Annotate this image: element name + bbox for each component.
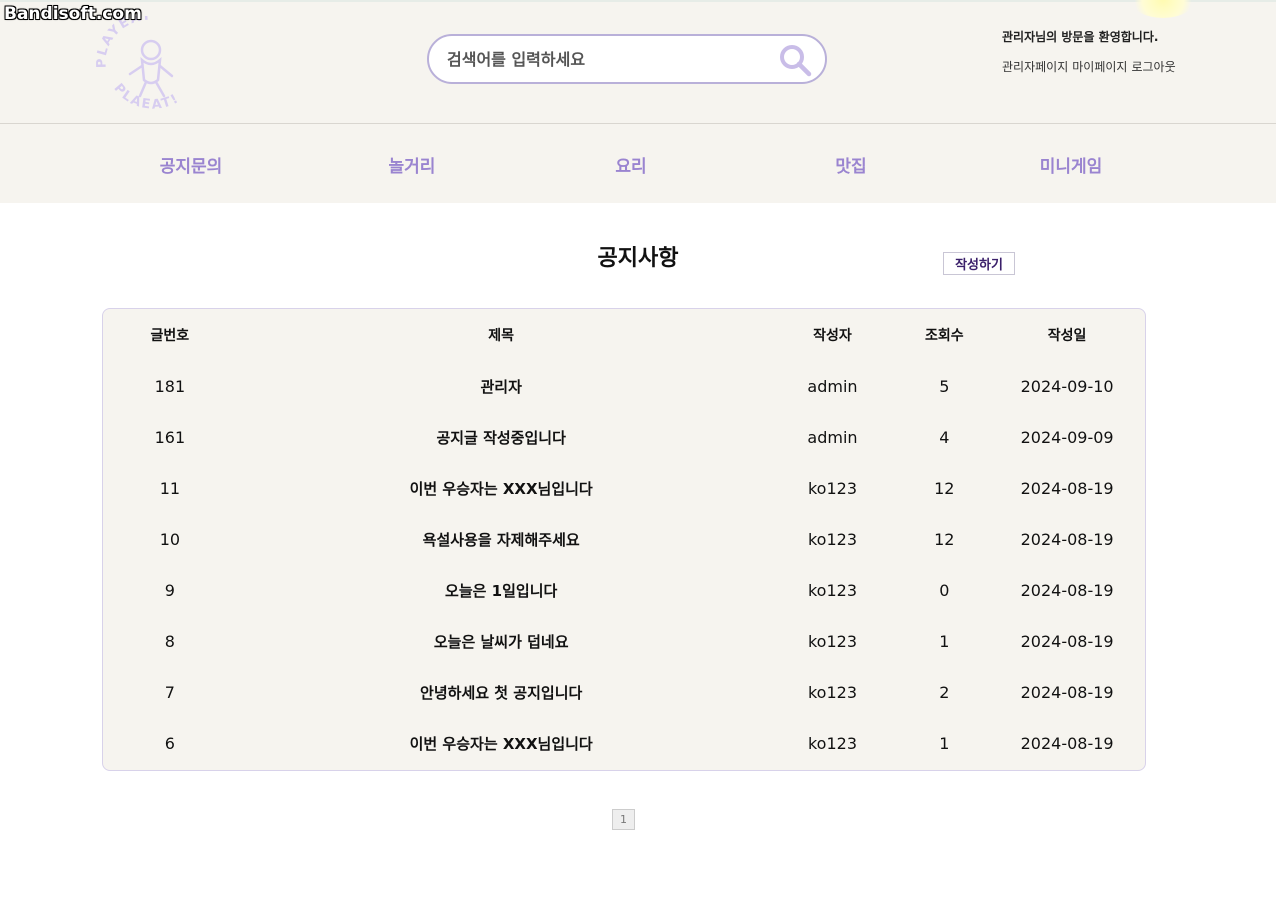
logo-text-bottom: PLAEAT! (111, 81, 181, 113)
decorative-sun (1130, 0, 1196, 18)
search-input[interactable] (447, 46, 767, 72)
table-row[interactable]: 10 욕설사용을 자제해주세요 ko123 12 2024-08-19 (103, 514, 1145, 565)
column-header-title: 제목 (488, 328, 515, 344)
nav-item-minigame[interactable]: 미니게임 (1011, 152, 1131, 177)
post-number: 8 (164, 632, 175, 651)
post-views: 1 (939, 734, 950, 753)
post-number: 11 (159, 479, 181, 498)
column-header-views: 조회수 (924, 328, 964, 344)
search-button[interactable] (777, 42, 813, 78)
user-links: 관리자페이지 마이페이지 로그아웃 (1002, 58, 1180, 75)
post-number: 10 (159, 530, 181, 549)
post-date: 2024-08-19 (1020, 734, 1114, 753)
logout-link[interactable]: 로그아웃 (1131, 60, 1175, 74)
post-title[interactable]: 공지글 작성중입니다 (237, 412, 766, 463)
site-logo[interactable]: PLAYEAT PLAEAT! (95, 8, 206, 120)
notice-table: 글번호 제목 작성자 조회수 작성일 181 관리자 admin 5 2024-… (103, 309, 1145, 769)
post-date: 2024-08-19 (1020, 683, 1114, 702)
post-views: 2 (939, 683, 950, 702)
post-date: 2024-08-19 (1020, 581, 1114, 600)
main-nav: 공지문의 놀거리 요리 맛집 미니게임 (0, 124, 1276, 203)
nav-item-notice-inquiry[interactable]: 공지문의 (131, 152, 251, 177)
nav-item-restaurants[interactable]: 맛집 (791, 152, 911, 177)
post-number: 6 (164, 734, 175, 753)
post-date: 2024-08-19 (1020, 632, 1114, 651)
post-views: 1 (939, 632, 950, 651)
logo-mascot-icon: PLAYEAT PLAEAT! (95, 8, 183, 113)
post-views: 0 (939, 581, 950, 600)
post-title[interactable]: 오늘은 날씨가 덥네요 (237, 616, 766, 667)
page-button-1[interactable]: 1 (612, 809, 635, 830)
post-author: ko123 (807, 683, 857, 702)
table-row[interactable]: 161 공지글 작성중입니다 admin 4 2024-09-09 (103, 412, 1145, 463)
table-row[interactable]: 181 관리자 admin 5 2024-09-10 (103, 361, 1145, 412)
post-title[interactable]: 이번 우승자는 XXX님입니다 (237, 463, 766, 514)
table-row[interactable]: 7 안녕하세요 첫 공지입니다 ko123 2 2024-08-19 (103, 667, 1145, 718)
bandisoft-watermark: Bandisoft.com (4, 4, 142, 24)
post-number: 7 (164, 683, 175, 702)
post-title[interactable]: 안녕하세요 첫 공지입니다 (237, 667, 766, 718)
welcome-message: 관리자님의 방문을 환영합니다. (1002, 30, 1159, 44)
post-number: 181 (154, 377, 186, 396)
post-author: ko123 (807, 581, 857, 600)
post-author: ko123 (807, 734, 857, 753)
post-views: 4 (939, 428, 950, 447)
page-title: 공지사항 (597, 246, 679, 271)
post-date: 2024-08-19 (1020, 479, 1114, 498)
post-author: ko123 (807, 479, 857, 498)
search-icon (780, 45, 812, 77)
post-title[interactable]: 오늘은 1일입니다 (237, 565, 766, 616)
table-row[interactable]: 8 오늘은 날씨가 덥네요 ko123 1 2024-08-19 (103, 616, 1145, 667)
post-author: admin (807, 377, 858, 396)
post-title[interactable]: 관리자 (237, 361, 766, 412)
post-date: 2024-09-09 (1020, 428, 1114, 447)
post-views: 12 (934, 479, 955, 498)
post-author: ko123 (807, 632, 857, 651)
post-views: 12 (934, 530, 955, 549)
post-number: 9 (164, 581, 175, 600)
write-button[interactable]: 작성하기 (943, 252, 1015, 275)
search-bar (427, 34, 827, 84)
nav-item-play[interactable]: 놀거리 (352, 152, 472, 177)
svg-text:PLAEAT!: PLAEAT! (111, 81, 183, 113)
site-header: PLAYEAT PLAEAT! 관리자님의 방문을 환영합니다. 관리자페이지 마… (0, 0, 1276, 124)
column-header-author: 작성자 (813, 328, 852, 344)
column-header-date: 작성일 (1047, 328, 1087, 344)
post-date: 2024-09-10 (1020, 377, 1114, 396)
post-title[interactable]: 이번 우승자는 XXX님입니다 (237, 718, 766, 769)
post-date: 2024-08-19 (1020, 530, 1114, 549)
nav-item-cooking[interactable]: 요리 (571, 152, 691, 177)
table-header-row: 글번호 제목 작성자 조회수 작성일 (103, 309, 1145, 361)
admin-page-link[interactable]: 관리자페이지 (1002, 60, 1068, 74)
notice-board: 글번호 제목 작성자 조회수 작성일 181 관리자 admin 5 2024-… (102, 308, 1146, 771)
table-row[interactable]: 6 이번 우승자는 XXX님입니다 ko123 1 2024-08-19 (103, 718, 1145, 769)
post-author: admin (807, 428, 858, 447)
post-views: 5 (939, 377, 950, 396)
post-number: 161 (154, 428, 186, 447)
mypage-link[interactable]: 마이페이지 (1072, 60, 1127, 74)
column-header-no: 글번호 (150, 328, 190, 344)
post-title[interactable]: 욕설사용을 자제해주세요 (237, 514, 766, 565)
post-author: ko123 (807, 530, 857, 549)
table-row[interactable]: 9 오늘은 1일입니다 ko123 0 2024-08-19 (103, 565, 1145, 616)
table-row[interactable]: 11 이번 우승자는 XXX님입니다 ko123 12 2024-08-19 (103, 463, 1145, 514)
